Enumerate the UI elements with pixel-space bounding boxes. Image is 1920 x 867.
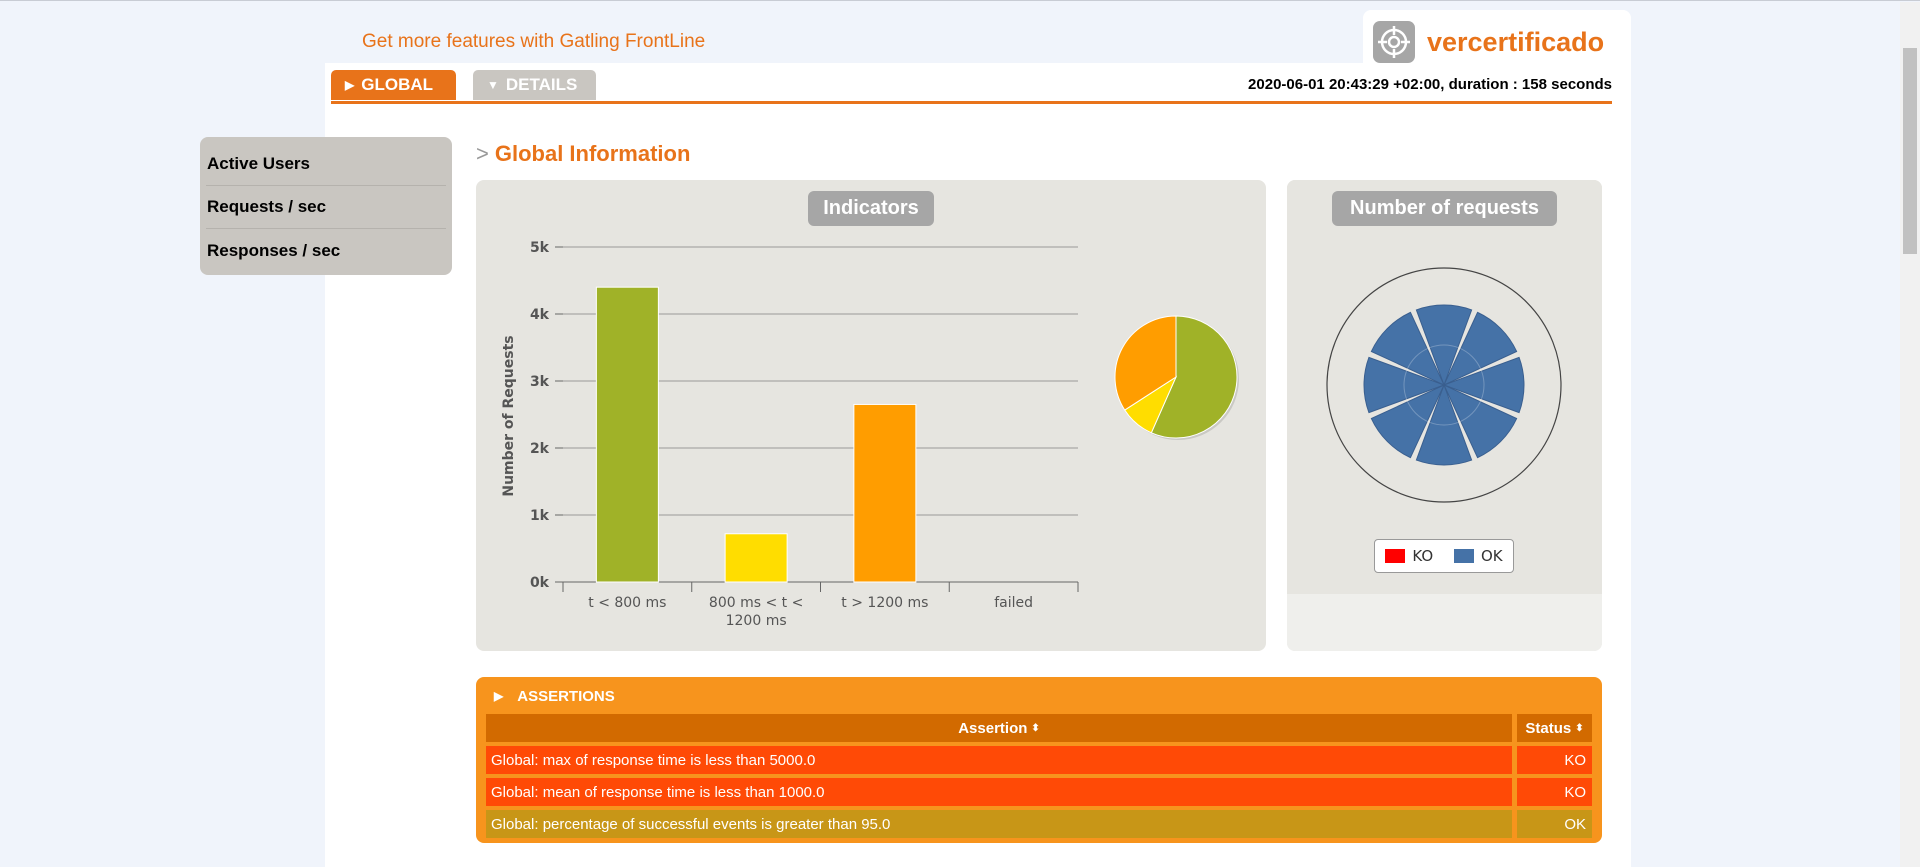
- tab-global[interactable]: ▶ GLOBAL: [331, 70, 456, 100]
- sort-icon: ⬍: [1575, 722, 1584, 734]
- bar: [724, 533, 788, 583]
- sidebar-item-active-users[interactable]: Active Users: [206, 143, 446, 186]
- x-tick-label: 1200 ms: [726, 613, 787, 629]
- frontline-promo-link[interactable]: Get more features with Gatling FrontLine: [362, 31, 705, 53]
- y-tick-label: 2k: [530, 441, 550, 457]
- tab-global-label: GLOBAL: [361, 75, 434, 94]
- assertion-header-label: Assertion: [958, 719, 1028, 737]
- x-tick-label: failed: [994, 595, 1033, 611]
- table-row: Global: mean of response time is less th…: [486, 778, 1592, 806]
- tab-details-label: DETAILS: [505, 75, 578, 94]
- indicators-bar-chart: 0k 1k 2k 3k 4k 5k t < 800 ms 800 ms < t < 1200 m…: [501, 240, 1239, 629]
- status-header-label: Status: [1525, 719, 1572, 737]
- requests-panel: Number of requests KO OK: [1287, 180, 1602, 651]
- status-cell: OK: [1517, 810, 1592, 838]
- requests-legend: KO OK: [1374, 539, 1514, 573]
- page-scrollbar[interactable]: [1900, 2, 1920, 867]
- logo-text: vercertificado: [1427, 26, 1605, 57]
- assertions-panel: ▶ ASSERTIONS Assertion ⬍ Status ⬍ Global: …: [476, 677, 1602, 843]
- ok-swatch: [1453, 549, 1474, 563]
- x-tick-label: t < 800 ms: [588, 595, 666, 611]
- y-tick-label: 1k: [530, 508, 550, 524]
- sidebar-menu: Active Users Requests / sec Responses / …: [200, 137, 452, 275]
- triangle-right-icon: ▶: [494, 689, 504, 703]
- sidebar-item-responses-sec[interactable]: Responses / sec: [206, 229, 446, 272]
- assertions-table: Assertion ⬍ Status ⬍ Global: max of respon…: [486, 714, 1592, 842]
- y-axis-label: Number of Requests: [501, 335, 517, 496]
- assertions-header-label: ASSERTIONS: [517, 687, 615, 705]
- legend-ok-label: OK: [1480, 547, 1503, 565]
- legend-ko[interactable]: KO: [1385, 547, 1433, 565]
- column-header-assertion[interactable]: Assertion ⬍: [486, 714, 1512, 742]
- y-tick-label: 4k: [530, 307, 550, 323]
- sidebar-item-requests-sec[interactable]: Requests / sec: [206, 186, 446, 229]
- legend-ok[interactable]: OK: [1453, 547, 1503, 565]
- tab-details[interactable]: ▼ DETAILS: [473, 70, 596, 100]
- status-cell: KO: [1517, 746, 1592, 774]
- requests-polar-chart: [1326, 267, 1562, 503]
- section-title: > Global Information: [476, 141, 690, 167]
- section-marker: >: [476, 141, 489, 166]
- status-cell: KO: [1517, 778, 1592, 806]
- scrollbar-thumb[interactable]: [1903, 48, 1917, 254]
- assertion-cell: Global: percentage of successful events …: [486, 810, 1512, 838]
- y-tick-label: 3k: [530, 374, 550, 390]
- table-row: Global: percentage of successful events …: [486, 810, 1592, 838]
- run-info: 2020-06-01 20:43:29 +02:00, duration : 1…: [1248, 76, 1612, 93]
- column-header-status[interactable]: Status ⬍: [1517, 714, 1592, 742]
- indicators-panel: Indicators 0k 1k 2k 3k 4k 5k t < 800 ms 800 ms …: [476, 180, 1266, 651]
- table-row: Global: max of response time is less tha…: [486, 746, 1592, 774]
- table-header-row: Assertion ⬍ Status ⬍: [486, 714, 1592, 742]
- assertions-toggle[interactable]: ▶ ASSERTIONS: [494, 683, 615, 709]
- sort-icon: ⬍: [1031, 722, 1040, 734]
- assertion-cell: Global: mean of response time is less th…: [486, 778, 1512, 806]
- bar: [595, 286, 659, 583]
- x-tick-label: t > 1200 ms: [841, 595, 928, 611]
- triangle-right-icon: ▶: [345, 78, 355, 92]
- tabs-bar: ▶ GLOBAL ▼ DETAILS 2020-06-01 20:43:29 +…: [331, 70, 1612, 104]
- triangle-down-icon: ▼: [487, 78, 499, 92]
- y-tick-label: 5k: [530, 240, 550, 256]
- x-tick-label: 800 ms < t <: [709, 595, 803, 611]
- ko-swatch: [1385, 549, 1406, 563]
- assertion-cell: Global: max of response time is less tha…: [486, 746, 1512, 774]
- y-tick-label: 0k: [530, 575, 550, 591]
- legend-ko-label: KO: [1412, 547, 1434, 565]
- target-icon: [1373, 21, 1415, 63]
- section-title-text: Global Information: [494, 141, 691, 166]
- bar: [853, 403, 917, 583]
